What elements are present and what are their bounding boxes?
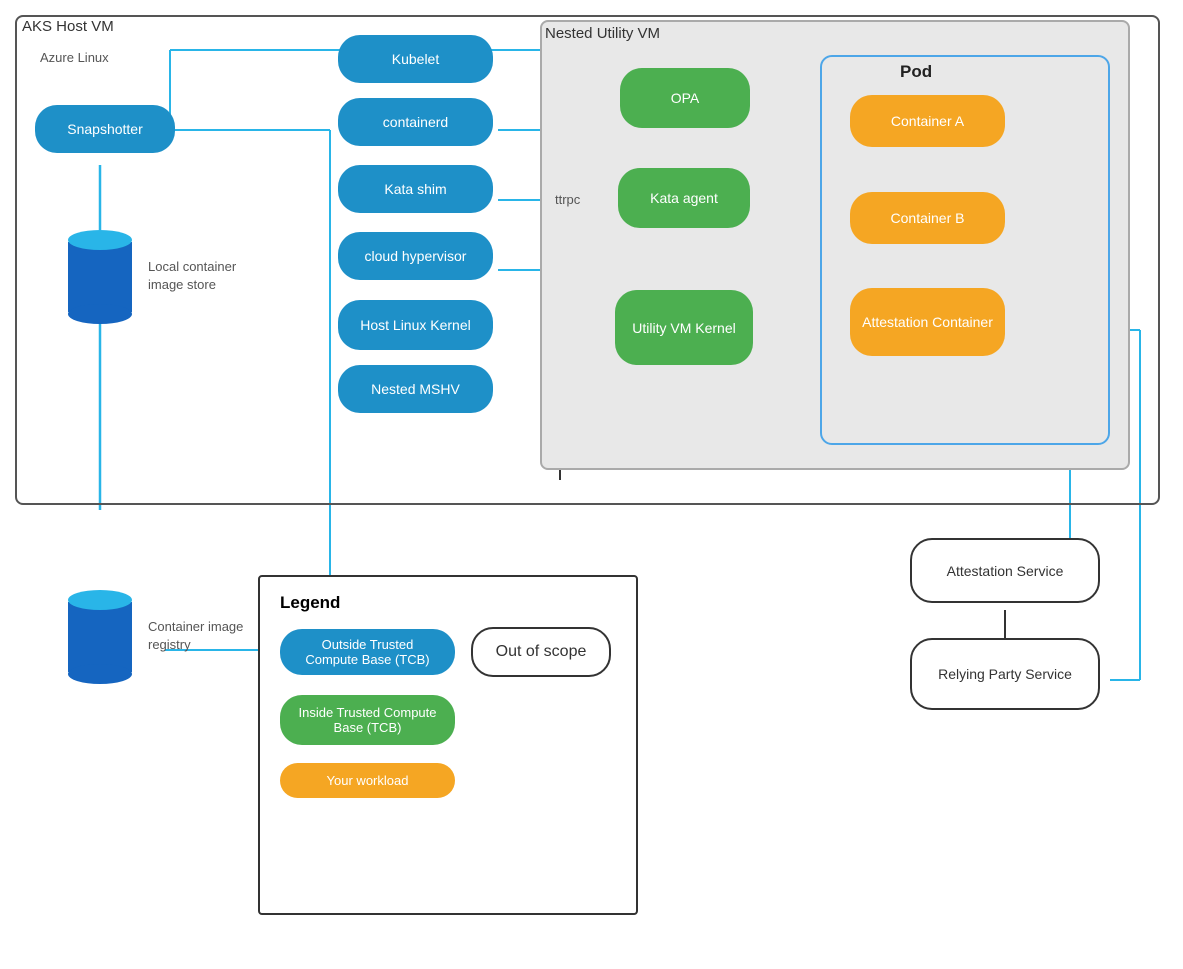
legend-outside-tcb-btn: Outside Trusted Compute Base (TCB) xyxy=(280,629,455,675)
legend-outside-tcb-item: Outside Trusted Compute Base (TCB) Out o… xyxy=(280,627,616,677)
legend-title: Legend xyxy=(280,593,616,613)
legend-your-workload-btn: Your workload xyxy=(280,763,455,798)
attestation-container-btn: Attestation Container xyxy=(850,288,1005,356)
attestation-service-label: Attestation Service xyxy=(947,563,1064,579)
kata-agent-btn: Kata agent xyxy=(618,168,750,228)
container-a-btn: Container A xyxy=(850,95,1005,147)
utility-vm-kernel-btn: Utility VM Kernel xyxy=(615,290,753,365)
registry-db-cylinder xyxy=(68,590,132,684)
ttrpc-label: ttrpc xyxy=(555,192,580,207)
relying-party-service-label: Relying Party Service xyxy=(938,666,1072,682)
legend-out-of-scope-label: Out of scope xyxy=(496,643,587,661)
legend-your-workload-label: Your workload xyxy=(327,773,409,788)
legend-outside-tcb-label: Outside Trusted Compute Base (TCB) xyxy=(305,637,429,667)
registry-db-bottom xyxy=(68,664,132,684)
db-bottom xyxy=(68,304,132,324)
nested-vm-label: Nested Utility VM xyxy=(545,25,660,42)
local-db-label: Local container image store xyxy=(148,258,258,294)
registry-db-body xyxy=(68,602,132,672)
nested-mshv-btn: Nested MSHV xyxy=(338,365,493,413)
kubelet-btn: Kubelet xyxy=(338,35,493,83)
container-b-btn: Container B xyxy=(850,192,1005,244)
containerd-btn: containerd xyxy=(338,98,493,146)
legend-your-workload-item: Your workload xyxy=(280,763,616,798)
host-linux-kernel-btn: Host Linux Kernel xyxy=(338,300,493,350)
diagram-container: AKS Host VM Azure Linux Nested Utility V… xyxy=(0,0,1183,969)
azure-linux-label: Azure Linux xyxy=(40,50,109,65)
pod-label: Pod xyxy=(900,62,932,82)
snapshotter-btn: Snapshotter xyxy=(35,105,175,153)
db-body xyxy=(68,242,132,312)
cloud-hypervisor-btn: cloud hypervisor xyxy=(338,232,493,280)
legend-out-of-scope-box: Out of scope xyxy=(471,627,611,677)
legend-box: Legend Outside Trusted Compute Base (TCB… xyxy=(258,575,638,915)
kata-shim-btn: Kata shim xyxy=(338,165,493,213)
db-top xyxy=(68,230,132,250)
local-db-cylinder xyxy=(68,230,132,324)
attestation-service-box: Attestation Service xyxy=(910,538,1100,603)
aks-host-label: AKS Host VM xyxy=(22,18,114,35)
opa-btn: OPA xyxy=(620,68,750,128)
legend-inside-tcb-btn: Inside Trusted Compute Base (TCB) xyxy=(280,695,455,745)
registry-db-label: Container image registry xyxy=(148,618,268,654)
registry-db-top xyxy=(68,590,132,610)
relying-party-service-box: Relying Party Service xyxy=(910,638,1100,710)
legend-inside-tcb-item: Inside Trusted Compute Base (TCB) xyxy=(280,695,616,745)
legend-inside-tcb-label: Inside Trusted Compute Base (TCB) xyxy=(298,705,436,735)
